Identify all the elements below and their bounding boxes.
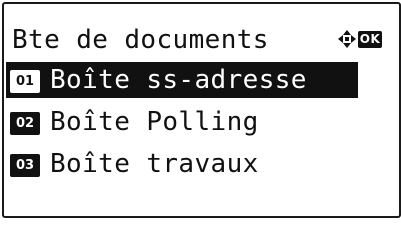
list-item-polling-box[interactable]: 02 Boîte Polling xyxy=(4,104,399,140)
four-way-arrow-icon xyxy=(338,30,356,48)
item-number-badge: 03 xyxy=(10,154,40,177)
item-label: Boîte travaux xyxy=(50,149,259,179)
header: Bte de documents OK xyxy=(4,22,399,58)
item-label: Boîte ss-adresse xyxy=(50,65,307,95)
lcd-screen: Bte de documents OK 01 Boîte ss-adresse … xyxy=(2,2,401,218)
list-item-job-box[interactable]: 03 Boîte travaux xyxy=(4,146,399,182)
item-label: Boîte Polling xyxy=(50,107,259,137)
menu-list: 01 Boîte ss-adresse 02 Boîte Polling 03 … xyxy=(4,62,399,188)
ok-icon: OK xyxy=(358,31,382,48)
list-item-subaddress-box[interactable]: 01 Boîte ss-adresse xyxy=(6,62,358,98)
item-number-badge: 01 xyxy=(10,70,40,93)
item-number-badge: 02 xyxy=(10,112,40,135)
page-title: Bte de documents xyxy=(12,25,269,55)
